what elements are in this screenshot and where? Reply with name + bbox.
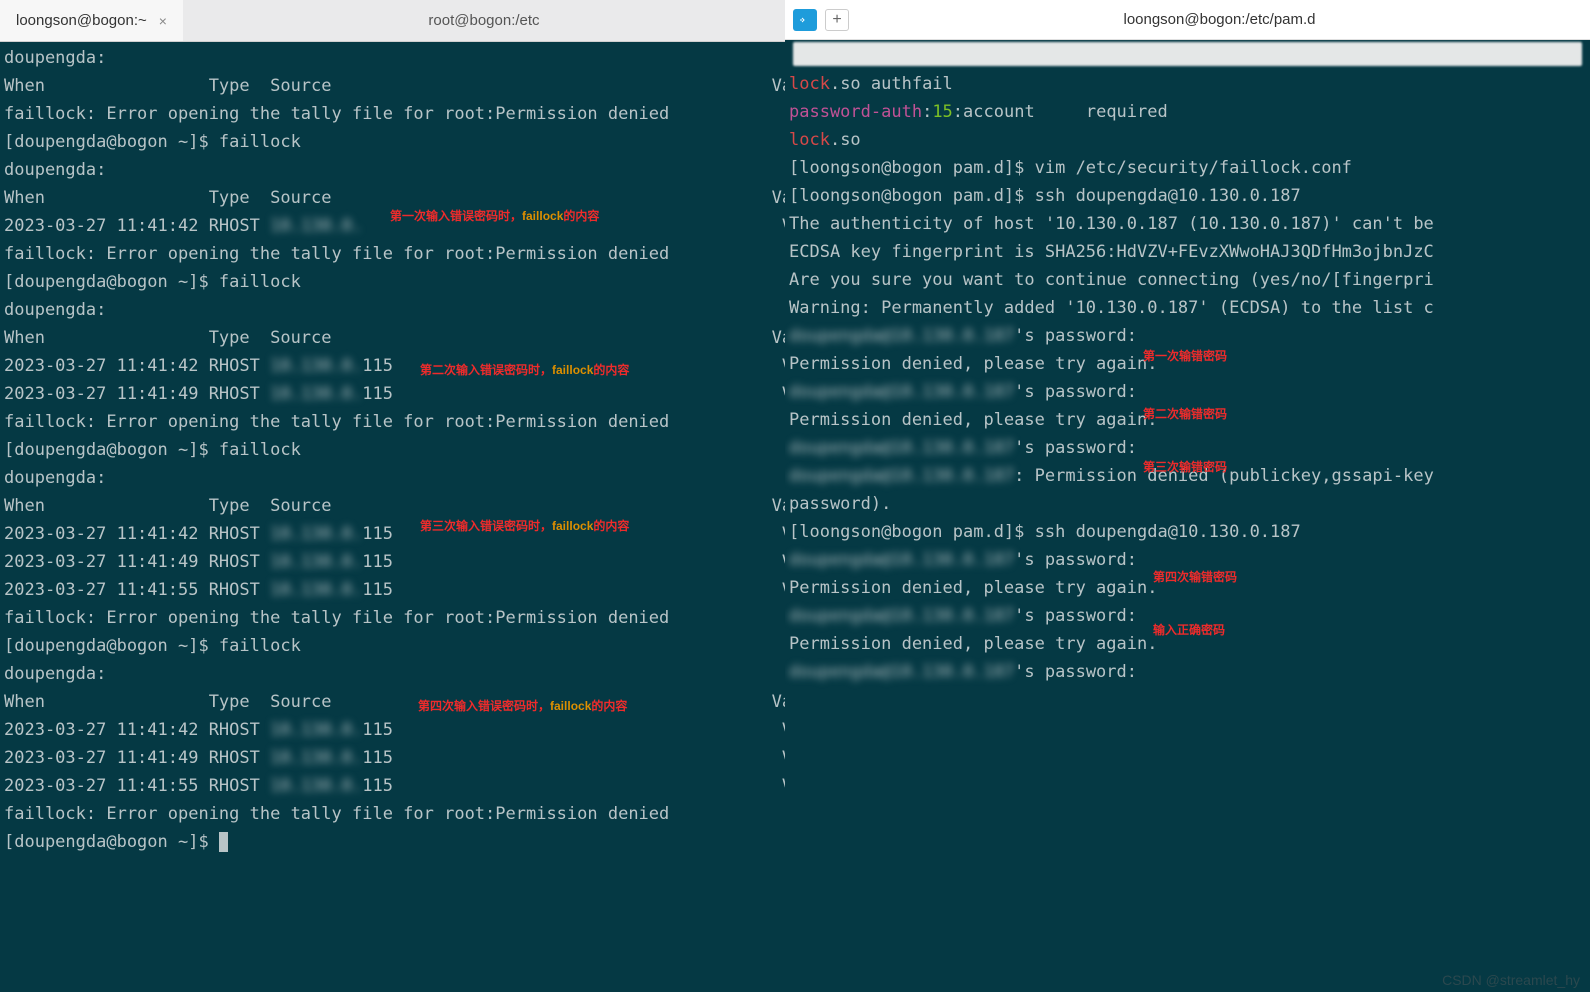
blurred-tab-bar [793,42,1582,66]
terminal-line: Warning: Permanently added '10.130.0.187… [789,294,1586,322]
terminal-line: 2023-03-27 11:41:49 RHOST 10.130.0.115 V [4,744,781,772]
terminal-line: faillock: Error opening the tally file f… [4,604,781,632]
terminal-line: [loongson@bogon pam.d]$ ssh doupengda@10… [789,182,1586,210]
terminal-line: [loongson@bogon pam.d]$ vim /etc/securit… [789,154,1586,182]
terminal-line: [doupengda@bogon ~]$ faillock [4,436,781,464]
terminal-line: password). [789,490,1586,518]
annotation: 第一次输错密码 [1143,342,1227,370]
terminal-line: When Type Source Valid [4,324,781,352]
terminal-line: 2023-03-27 11:41:42 RHOST 10.130.0.115 V [4,716,781,744]
terminal-line: 2023-03-27 11:41:55 RHOST 10.130.0.115 V [4,576,781,604]
terminal-output-left[interactable]: doupengda:When Type Source Validfaillock… [0,42,785,992]
terminal-line: 2023-03-27 11:41:42 RHOST 10.130.0.115 V [4,520,781,548]
watermark: CSDN @streamlet_hy [1442,972,1580,988]
tab-label: root@bogon:/etc [428,12,539,29]
terminal-line: faillock: Error opening the tally file f… [4,100,781,128]
annotation: 输入正确密码 [1153,616,1225,644]
tab-bar-left: loongson@bogon:~ × root@bogon:/etc [0,0,785,42]
terminal-line: doupengda: [4,44,781,72]
annotation: 第四次输入错误密码时，faillock的内容 [418,692,627,720]
terminal-line: Are you sure you want to continue connec… [789,266,1586,294]
terminal-line: 2023-03-27 11:41:55 RHOST 10.130.0.115 V [4,772,781,800]
tab-loongson[interactable]: loongson@bogon:~ × [0,0,183,41]
annotation: 第二次输入错误密码时，faillock的内容 [420,356,629,384]
cursor [219,832,228,852]
annotation: 第四次输错密码 [1153,563,1237,591]
new-tab-button[interactable]: + [825,9,849,31]
plus-icon: + [832,11,841,29]
terminal-line: When Type Source Valid [4,492,781,520]
right-terminal-pane: + loongson@bogon:/etc/pam.d lock.so auth… [785,0,1590,992]
terminal-line: [doupengda@bogon ~]$ [4,828,781,856]
window-header: + loongson@bogon:/etc/pam.d [785,0,1590,40]
annotation: 第一次输入错误密码时，faillock的内容 [390,202,599,230]
terminal-line: ECDSA key fingerprint is SHA256:HdVZV+FE… [789,238,1586,266]
left-terminal-pane: loongson@bogon:~ × root@bogon:/etc doupe… [0,0,785,992]
terminal-line: The authenticity of host '10.130.0.187 (… [789,210,1586,238]
terminal-line: [loongson@bogon pam.d]$ ssh doupengda@10… [789,518,1586,546]
tab-label: loongson@bogon:~ [16,12,147,29]
terminal-line: 2023-03-27 11:41:49 RHOST 10.130.0.115 V [4,380,781,408]
terminal-line: doupengda: [4,156,781,184]
terminal-line: faillock: Error opening the tally file f… [4,240,781,268]
terminal-line: lock.so authfail [789,70,1586,98]
terminal-line: lock.so [789,126,1586,154]
terminal-tab-icon[interactable] [793,9,817,31]
terminal-line: doupengda: [4,660,781,688]
terminal-line: 2023-03-27 11:41:42 RHOST 10.130.0.115 V [4,352,781,380]
terminal-line: When Type Source Valid [4,688,781,716]
terminal-line: 2023-03-27 11:41:49 RHOST 10.130.0.115 V [4,548,781,576]
terminal-line: [doupengda@bogon ~]$ faillock [4,128,781,156]
terminal-line: password-auth:15:account required [789,98,1586,126]
terminal-line: doupengda: [4,296,781,324]
close-icon[interactable]: × [159,13,167,29]
annotation: 第三次输入错误密码时，faillock的内容 [420,512,629,540]
terminal-line: [doupengda@bogon ~]$ faillock [4,268,781,296]
terminal-output-right[interactable]: lock.so authfailpassword-auth:15:account… [785,68,1590,992]
terminal-line: faillock: Error opening the tally file f… [4,408,781,436]
terminal-line: doupengda: [4,464,781,492]
annotation: 第三次输错密码 [1143,453,1227,481]
terminal-line: [doupengda@bogon ~]$ faillock [4,632,781,660]
annotation: 第二次输错密码 [1143,400,1227,428]
window-title: loongson@bogon:/etc/pam.d [857,11,1582,28]
terminal-line: When Type Source Valid [4,72,781,100]
tab-root[interactable]: root@bogon:/etc [183,0,785,41]
terminal-line: faillock: Error opening the tally file f… [4,800,781,828]
terminal-line: doupengda@10.130.0.187's password: [789,658,1586,686]
